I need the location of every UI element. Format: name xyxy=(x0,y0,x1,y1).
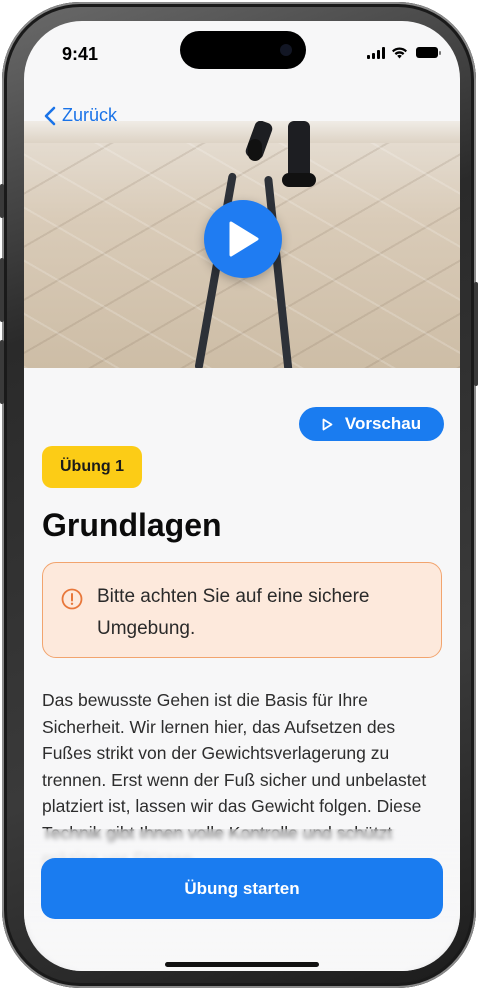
back-button[interactable]: Zurück xyxy=(44,105,117,126)
page-title: Grundlagen xyxy=(42,507,222,543)
battery-icon xyxy=(416,47,441,58)
home-indicator[interactable] xyxy=(165,962,319,967)
chevron-left-icon xyxy=(44,106,56,125)
cellular-signal-icon xyxy=(367,46,385,59)
status-icons xyxy=(367,46,441,59)
play-outline-icon xyxy=(322,418,333,430)
app-screen: 9:41 Zurück Vorschau Übung 1 Grundlagen … xyxy=(24,21,460,971)
wifi-icon xyxy=(392,47,407,59)
play-button[interactable] xyxy=(204,200,282,278)
front-camera xyxy=(280,44,292,56)
dynamic-island xyxy=(180,31,306,69)
action-button xyxy=(0,184,4,218)
volume-up-button xyxy=(0,258,4,322)
phone-frame: 9:41 Zurück Vorschau Übung 1 Grundlagen … xyxy=(0,2,478,988)
exercise-video[interactable] xyxy=(24,121,460,368)
volume-down-button xyxy=(0,340,4,404)
exclamation-circle-icon xyxy=(61,588,83,610)
exercise-badge: Übung 1 xyxy=(42,446,142,488)
start-exercise-button[interactable]: Übung starten xyxy=(41,858,443,919)
power-button xyxy=(474,282,478,386)
start-exercise-label: Übung starten xyxy=(184,878,300,898)
preview-label: Vorschau xyxy=(344,414,422,433)
warning-text: Bitte achten Sie auf eine sichere Umgebu… xyxy=(97,586,370,639)
play-icon xyxy=(229,221,259,257)
status-time: 9:41 xyxy=(62,44,99,64)
back-label: Zurück xyxy=(62,105,118,125)
video-frame-person-legs xyxy=(244,121,326,191)
preview-button[interactable]: Vorschau xyxy=(299,407,444,441)
safety-warning: Bitte achten Sie auf eine sichere Umgebu… xyxy=(42,562,442,658)
